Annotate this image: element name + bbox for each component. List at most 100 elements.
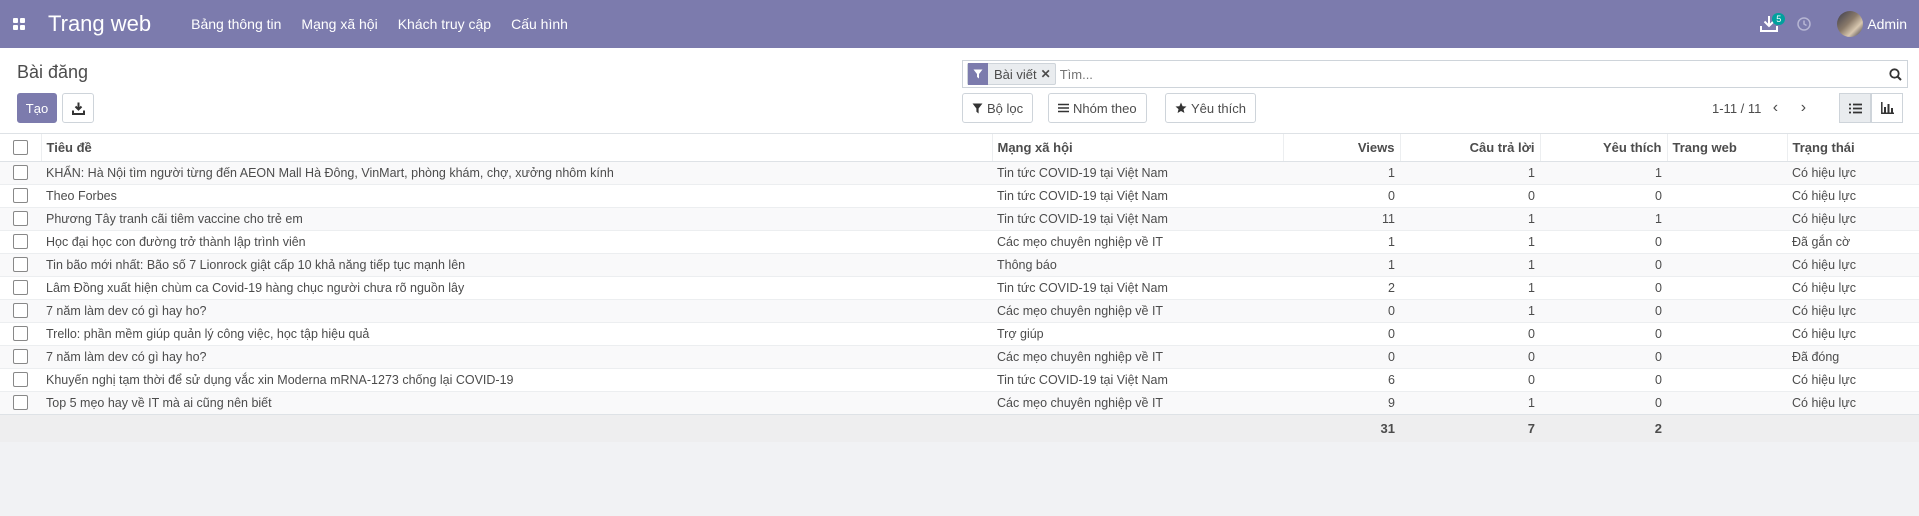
- col-title-header[interactable]: Tiêu đề: [41, 134, 993, 162]
- cell-network[interactable]: Các mẹo chuyên nghiệp về IT: [992, 298, 1283, 322]
- cell-network[interactable]: Trợ giúp: [992, 321, 1283, 345]
- cell-title[interactable]: Khuyến nghị tạm thời để sử dụng vắc xin …: [41, 367, 992, 391]
- cell-website[interactable]: [1667, 160, 1787, 184]
- cell-network[interactable]: Các mẹo chuyên nghiệp về IT: [992, 229, 1283, 253]
- list-view-button[interactable]: [1839, 93, 1871, 123]
- row-checkbox[interactable]: [13, 257, 28, 273]
- create-button[interactable]: Tạo: [17, 93, 57, 123]
- cell-views[interactable]: 1: [1283, 252, 1400, 276]
- cell-replies[interactable]: 1: [1400, 160, 1540, 184]
- pager-next-icon[interactable]: ›: [1789, 99, 1817, 117]
- cell-network[interactable]: Các mẹo chuyên nghiệp về IT: [992, 390, 1283, 414]
- cell-likes[interactable]: 0: [1540, 321, 1667, 345]
- app-brand[interactable]: Trang web: [38, 11, 181, 37]
- cell-likes[interactable]: 0: [1540, 275, 1667, 299]
- cell-title[interactable]: Top 5 mẹo hay về IT mà ai cũng nên biết: [41, 390, 992, 414]
- cell-replies[interactable]: 0: [1400, 344, 1540, 368]
- search-icon[interactable]: [1883, 67, 1907, 81]
- cell-status[interactable]: Có hiệu lực: [1787, 275, 1919, 299]
- table-row[interactable]: Khuyến nghị tạm thời để sử dụng vắc xin …: [0, 367, 1919, 391]
- cell-replies[interactable]: 1: [1400, 252, 1540, 276]
- cell-likes[interactable]: 0: [1540, 344, 1667, 368]
- cell-website[interactable]: [1667, 275, 1787, 299]
- search-input[interactable]: [1055, 62, 1883, 86]
- cell-website[interactable]: [1667, 321, 1787, 345]
- cell-website[interactable]: [1667, 344, 1787, 368]
- cell-title[interactable]: Trello: phần mềm giúp quản lý công việc,…: [41, 321, 992, 345]
- cell-network[interactable]: Thông báo: [992, 252, 1283, 276]
- cell-network[interactable]: Tin tức COVID-19 tại Việt Nam: [992, 206, 1283, 230]
- row-checkbox[interactable]: [13, 349, 28, 365]
- select-all-checkbox[interactable]: [12, 140, 28, 156]
- cell-website[interactable]: [1667, 252, 1787, 276]
- row-checkbox[interactable]: [13, 303, 28, 319]
- cell-website[interactable]: [1667, 229, 1787, 253]
- cell-title[interactable]: Tin bão mới nhất: Bão số 7 Lionrock giật…: [41, 252, 992, 276]
- cell-views[interactable]: 0: [1283, 344, 1400, 368]
- cell-title[interactable]: Học đại học con đường trở thành lập trìn…: [41, 229, 992, 253]
- pager-value[interactable]: 1-11 / 11: [1712, 101, 1761, 116]
- cell-title[interactable]: 7 năm làm dev có gì hay ho?: [41, 298, 992, 322]
- col-status-header[interactable]: Trạng thái: [1787, 134, 1919, 162]
- cell-likes[interactable]: 1: [1540, 206, 1667, 230]
- col-likes-header[interactable]: Yêu thích: [1540, 134, 1668, 162]
- table-row[interactable]: Phương Tây tranh cãi tiêm vaccine cho tr…: [0, 206, 1919, 230]
- col-views-header[interactable]: Views: [1283, 134, 1401, 162]
- table-row[interactable]: 7 năm làm dev có gì hay ho? Các mẹo chuyê…: [0, 298, 1919, 322]
- cell-website[interactable]: [1667, 206, 1787, 230]
- table-row[interactable]: Trello: phần mềm giúp quản lý công việc,…: [0, 321, 1919, 345]
- group-by-button[interactable]: Nhóm theo: [1048, 93, 1147, 123]
- row-checkbox[interactable]: [13, 211, 28, 227]
- cell-replies[interactable]: 0: [1400, 321, 1540, 345]
- apps-menu-icon[interactable]: [0, 0, 38, 48]
- cell-status[interactable]: Có hiệu lực: [1787, 367, 1919, 391]
- cell-likes[interactable]: 0: [1540, 367, 1667, 391]
- cell-views[interactable]: 1: [1283, 229, 1400, 253]
- cell-network[interactable]: Tin tức COVID-19 tại Việt Nam: [992, 160, 1283, 184]
- cell-status[interactable]: Đã gắn cờ: [1787, 229, 1919, 253]
- cell-title[interactable]: 7 năm làm dev có gì hay ho?: [41, 344, 992, 368]
- cell-title[interactable]: Lâm Đồng xuất hiện chùm ca Covid-19 hàng…: [41, 275, 992, 299]
- cell-status[interactable]: Có hiệu lực: [1787, 298, 1919, 322]
- cell-title[interactable]: Theo Forbes: [41, 183, 992, 207]
- remove-facet-icon[interactable]: ✕: [1041, 67, 1055, 81]
- cell-views[interactable]: 0: [1283, 321, 1400, 345]
- filters-button[interactable]: Bộ lọc: [962, 93, 1034, 123]
- row-checkbox[interactable]: [13, 280, 28, 296]
- cell-replies[interactable]: 1: [1400, 206, 1540, 230]
- cell-website[interactable]: [1667, 390, 1787, 414]
- table-row[interactable]: KHẨN: Hà Nội tìm người từng đến AEON Mal…: [0, 160, 1919, 184]
- table-row[interactable]: Học đại học con đường trở thành lập trìn…: [0, 229, 1919, 253]
- row-checkbox[interactable]: [13, 395, 28, 411]
- row-checkbox[interactable]: [13, 165, 28, 181]
- cell-website[interactable]: [1667, 367, 1787, 391]
- cell-views[interactable]: 6: [1283, 367, 1400, 391]
- table-row[interactable]: 7 năm làm dev có gì hay ho? Các mẹo chuyê…: [0, 344, 1919, 368]
- favorites-button[interactable]: Yêu thích: [1165, 93, 1256, 123]
- cell-views[interactable]: 9: [1283, 390, 1400, 414]
- cell-status[interactable]: Có hiệu lực: [1787, 390, 1919, 414]
- cell-website[interactable]: [1667, 298, 1787, 322]
- cell-replies[interactable]: 0: [1400, 367, 1540, 391]
- table-row[interactable]: Tin bão mới nhất: Bão số 7 Lionrock giật…: [0, 252, 1919, 276]
- menu-social-network[interactable]: Mạng xã hội: [291, 0, 387, 48]
- row-checkbox[interactable]: [13, 234, 28, 250]
- table-row[interactable]: Lâm Đồng xuất hiện chùm ca Covid-19 hàng…: [0, 275, 1919, 299]
- user-menu[interactable]: Admin: [1819, 0, 1919, 48]
- table-row[interactable]: Top 5 mẹo hay về IT mà ai cũng nên biết C…: [0, 390, 1919, 414]
- cell-status[interactable]: Có hiệu lực: [1787, 206, 1919, 230]
- cell-status[interactable]: Đã đóng: [1787, 344, 1919, 368]
- cell-likes[interactable]: 1: [1540, 160, 1667, 184]
- cell-replies[interactable]: 1: [1400, 390, 1540, 414]
- cell-website[interactable]: [1667, 183, 1787, 207]
- pager-previous-icon[interactable]: ‹: [1761, 99, 1789, 117]
- cell-replies[interactable]: 1: [1400, 275, 1540, 299]
- cell-views[interactable]: 2: [1283, 275, 1400, 299]
- cell-network[interactable]: Tin tức COVID-19 tại Việt Nam: [992, 275, 1283, 299]
- cell-views[interactable]: 11: [1283, 206, 1400, 230]
- cell-title[interactable]: Phương Tây tranh cãi tiêm vaccine cho tr…: [41, 206, 992, 230]
- activity-systray[interactable]: [1789, 0, 1819, 48]
- cell-views[interactable]: 0: [1283, 298, 1400, 322]
- cell-likes[interactable]: 0: [1540, 183, 1667, 207]
- col-network-header[interactable]: Mạng xã hội: [992, 134, 1284, 162]
